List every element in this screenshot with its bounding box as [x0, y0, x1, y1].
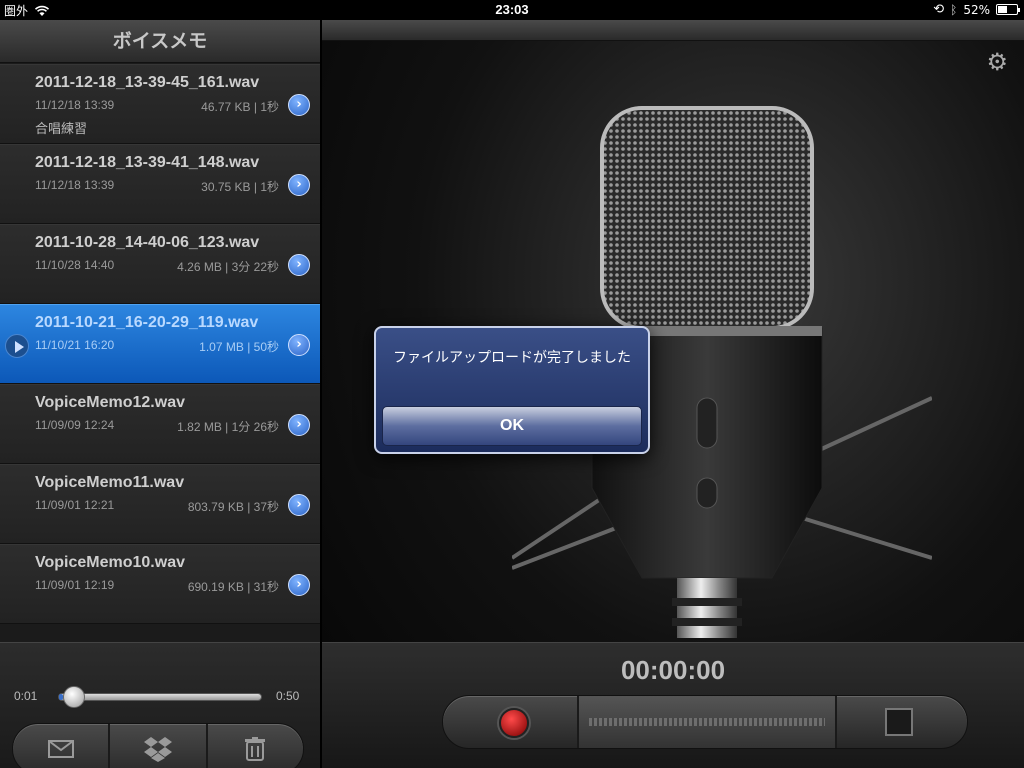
level-meter — [577, 696, 837, 748]
playback-slider-knob[interactable] — [63, 686, 86, 708]
bluetooth-icon: ᛒ — [950, 2, 958, 17]
stop-button[interactable] — [885, 708, 913, 736]
recording-size-duration: 1.82 MB | 1分 26秒 — [177, 420, 279, 434]
record-timer: 00:00:00 — [620, 655, 726, 685]
detail-disclosure-icon[interactable]: › — [288, 414, 310, 436]
recording-row[interactable]: 2011-10-28_14-40-06_123.wav 11/10/28 14:4… — [0, 224, 320, 304]
recording-name: VopiceMemo12.wav — [35, 394, 185, 411]
recording-date: 11/10/21 16:20 — [35, 338, 115, 352]
recordings-list[interactable]: 2011-12-18_13-39-45_161.wav 11/12/18 13:3… — [0, 64, 320, 644]
delete-button[interactable] — [208, 724, 303, 768]
recording-row[interactable]: VopiceMemo10.wav 11/09/01 12:19 690.19 KB … — [0, 544, 320, 624]
mail-button[interactable] — [13, 724, 111, 768]
recording-date: 11/09/01 12:21 — [35, 498, 115, 512]
detail-disclosure-icon[interactable]: › — [288, 494, 310, 516]
elapsed-time: 0:01 — [14, 689, 38, 703]
recorder-controls: 00:00:00 — [322, 642, 1024, 768]
detail-disclosure-icon[interactable]: › — [288, 174, 310, 196]
recording-name: VopiceMemo11.wav — [35, 474, 185, 491]
settings-gear-icon[interactable]: ⚙ — [986, 48, 1008, 76]
recorder-toolbar — [322, 20, 1024, 41]
trash-icon — [245, 737, 266, 761]
list-title: ボイスメモ — [0, 20, 320, 63]
battery-icon — [996, 4, 1020, 15]
recordings-pane: ボイスメモ 2011-12-18_13-39-45_161.wav 11/12/1… — [0, 20, 320, 768]
recording-name: 2011-10-21_16-20-29_119.wav — [35, 314, 259, 331]
recording-size-duration: 30.75 KB | 1秒 — [201, 180, 279, 194]
detail-disclosure-icon[interactable]: › — [288, 574, 310, 596]
recording-row[interactable]: 2011-12-18_13-39-45_161.wav 11/12/18 13:3… — [0, 64, 320, 144]
battery-percent: 52% — [963, 2, 990, 17]
recording-row[interactable]: 2011-12-18_13-39-41_148.wav 11/12/18 13:3… — [0, 144, 320, 224]
record-button[interactable] — [499, 708, 529, 738]
dropbox-button[interactable] — [110, 724, 208, 768]
clock: 23:03 — [495, 2, 529, 17]
recording-row[interactable]: VopiceMemo12.wav 11/09/09 12:24 1.82 MB | … — [0, 384, 320, 464]
recording-name: VopiceMemo10.wav — [35, 554, 185, 571]
recording-name: 2011-10-28_14-40-06_123.wav — [35, 234, 260, 251]
recording-date: 11/09/01 12:19 — [35, 578, 115, 592]
detail-disclosure-icon[interactable]: › — [288, 94, 310, 116]
recording-name: 2011-12-18_13-39-45_161.wav — [35, 74, 260, 91]
alert-message: ファイルアップロードが完了しました — [393, 350, 631, 366]
action-bar — [12, 723, 304, 768]
recording-date: 11/09/09 12:24 — [35, 418, 115, 432]
transport-bar — [442, 695, 968, 749]
recording-size-duration: 1.07 MB | 50秒 — [199, 340, 279, 354]
detail-disclosure-icon[interactable]: › — [288, 334, 310, 356]
recording-size-duration: 803.79 KB | 37秒 — [187, 500, 279, 514]
total-time: 0:50 — [276, 689, 300, 703]
rotation-lock-icon: ⟲ — [933, 2, 945, 17]
recording-date: 11/10/28 14:40 — [35, 258, 115, 272]
play-icon[interactable] — [5, 334, 29, 358]
mail-icon — [47, 740, 74, 758]
upload-complete-alert: ファイルアップロードが完了しました OK — [374, 326, 650, 454]
recording-size-duration: 690.19 KB | 31秒 — [187, 580, 279, 594]
recording-date: 11/12/18 13:39 — [35, 98, 115, 112]
recording-size-duration: 46.77 KB | 1秒 — [201, 100, 279, 114]
recording-date: 11/12/18 13:39 — [35, 178, 115, 192]
recording-row[interactable]: VopiceMemo11.wav 11/09/01 12:21 803.79 KB … — [0, 464, 320, 544]
recording-name: 2011-12-18_13-39-41_148.wav — [35, 154, 260, 171]
status-bar: 圏外 23:03 ⟲ ᛒ 52% — [0, 0, 1024, 20]
detail-disclosure-icon[interactable]: › — [288, 254, 310, 276]
player-controls: 0:01 0:50 — [0, 642, 320, 768]
alert-ok-button[interactable]: OK — [382, 406, 642, 446]
recording-row[interactable]: 2011-10-21_16-20-29_119.wav 11/10/21 16:2… — [0, 304, 320, 384]
dropbox-icon — [143, 737, 172, 762]
playback-slider[interactable] — [58, 686, 262, 708]
recording-memo: 合唱練習 — [35, 122, 88, 137]
recording-size-duration: 4.26 MB | 3分 22秒 — [177, 260, 279, 274]
